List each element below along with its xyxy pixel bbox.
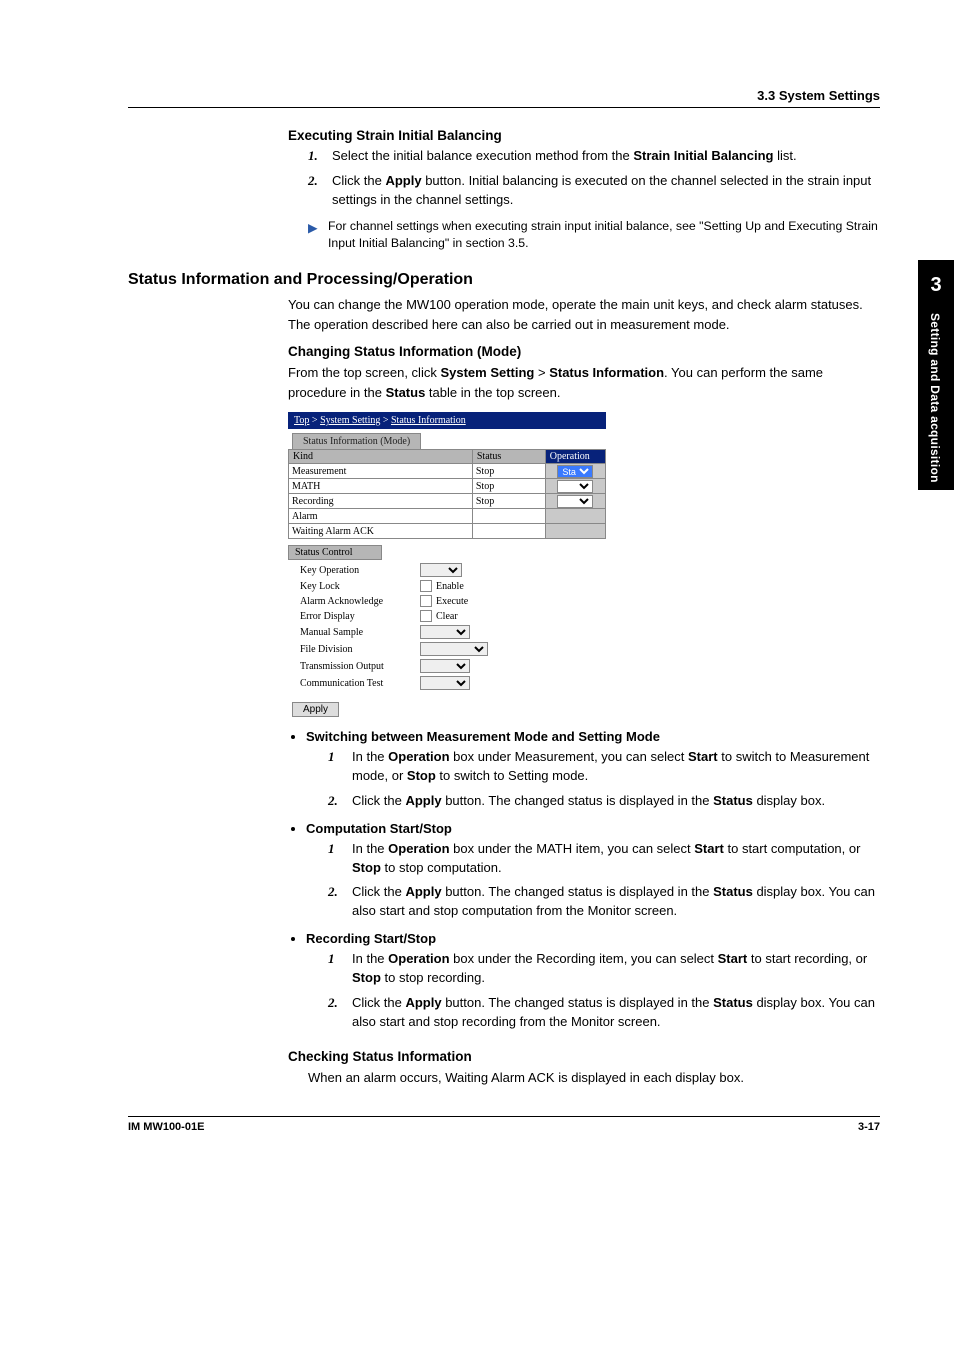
bullet-computation-title: Computation Start/Stop — [306, 821, 880, 836]
bullet-switching: Switching between Measurement Mode and S… — [288, 729, 880, 744]
breadcrumb-status-info[interactable]: Status Information — [391, 415, 466, 426]
computation-step-1: 1 In the Operation box under the MATH it… — [328, 840, 880, 878]
col-operation: Operation — [545, 450, 605, 464]
chapter-tab: 3 Setting and Data acquisition — [918, 260, 954, 490]
row-measurement: Measurement Stop Start — [289, 464, 606, 479]
row-alarm: Alarm — [289, 509, 606, 524]
key-operation-select[interactable] — [420, 563, 462, 577]
page-footer: IM MW100-01E 3-17 — [128, 1116, 880, 1133]
row-recording: Recording Stop — [289, 494, 606, 509]
recording-operation-select[interactable] — [557, 495, 593, 508]
row-manual-sample: Manual Sample — [300, 625, 606, 639]
changing-heading: Changing Status Information (Mode) — [288, 344, 880, 359]
footer-left: IM MW100-01E — [128, 1121, 204, 1133]
step-1: 1. Select the initial balance execution … — [308, 147, 880, 166]
bullet-computation: Computation Start/Stop — [288, 821, 880, 836]
header-rule — [128, 107, 880, 108]
chapter-title: Setting and Data acquisition — [928, 313, 942, 483]
changing-para: From the top screen, click System Settin… — [288, 363, 880, 402]
row-transmission-output: Transmission Output — [300, 659, 606, 673]
alarm-ack-checkbox[interactable] — [420, 595, 432, 607]
row-math: MATH Stop — [289, 479, 606, 494]
row-file-division: File Division — [300, 642, 606, 656]
status-table: Kind Status Operation Measurement Stop S… — [288, 449, 606, 539]
switching-step-2: 2. Click the Apply button. The changed s… — [328, 792, 880, 811]
checking-para: When an alarm occurs, Waiting Alarm ACK … — [308, 1068, 880, 1088]
switching-step-1: 1 In the Operation box under Measurement… — [328, 748, 880, 786]
section-header: 3.3 System Settings — [128, 88, 880, 103]
col-status: Status — [472, 450, 545, 464]
row-error-display: Error DisplayClear — [300, 610, 606, 622]
status-intro: You can change the MW100 operation mode,… — [288, 295, 880, 334]
ui-breadcrumb: Top > System Setting > Status Informatio… — [288, 412, 606, 429]
bullet-recording-title: Recording Start/Stop — [306, 931, 880, 946]
manual-sample-select[interactable] — [420, 625, 470, 639]
row-key-lock: Key LockEnable — [300, 580, 606, 592]
step-2: 2. Click the Apply button. Initial balan… — [308, 172, 880, 210]
status-ui-screenshot: Top > System Setting > Status Informatio… — [288, 412, 606, 717]
recording-step-2: 2. Click the Apply button. The changed s… — [328, 994, 880, 1032]
status-control-header: Status Control — [288, 545, 382, 560]
strain-steps: 1. Select the initial balance execution … — [308, 147, 880, 210]
status-heading: Status Information and Processing/Operat… — [128, 271, 880, 289]
file-division-select[interactable] — [420, 642, 488, 656]
chapter-number: 3 — [918, 260, 954, 297]
row-key-operation: Key Operation — [300, 563, 606, 577]
error-display-checkbox[interactable] — [420, 610, 432, 622]
key-lock-checkbox[interactable] — [420, 580, 432, 592]
footer-right: 3-17 — [858, 1121, 880, 1133]
ui-tab[interactable]: Status Information (Mode) — [292, 433, 421, 449]
measurement-operation-select[interactable]: Start — [557, 465, 593, 478]
breadcrumb-system-setting[interactable]: System Setting — [320, 415, 380, 426]
math-operation-select[interactable] — [557, 480, 593, 493]
strain-note: ▶ For channel settings when executing st… — [312, 218, 880, 254]
strain-heading: Executing Strain Initial Balancing — [288, 128, 880, 143]
checking-heading: Checking Status Information — [288, 1049, 880, 1064]
bullet-switching-title: Switching between Measurement Mode and S… — [306, 729, 880, 744]
communication-test-select[interactable] — [420, 676, 470, 690]
bullet-recording: Recording Start/Stop — [288, 931, 880, 946]
row-waiting-ack: Waiting Alarm ACK — [289, 524, 606, 539]
row-communication-test: Communication Test — [300, 676, 606, 690]
arrow-icon: ▶ — [308, 220, 317, 238]
row-alarm-ack: Alarm AcknowledgeExecute — [300, 595, 606, 607]
breadcrumb-top[interactable]: Top — [294, 415, 309, 426]
computation-step-2: 2. Click the Apply button. The changed s… — [328, 883, 880, 921]
transmission-output-select[interactable] — [420, 659, 470, 673]
col-kind: Kind — [289, 450, 473, 464]
recording-step-1: 1 In the Operation box under the Recordi… — [328, 950, 880, 988]
apply-button[interactable]: Apply — [292, 702, 339, 717]
